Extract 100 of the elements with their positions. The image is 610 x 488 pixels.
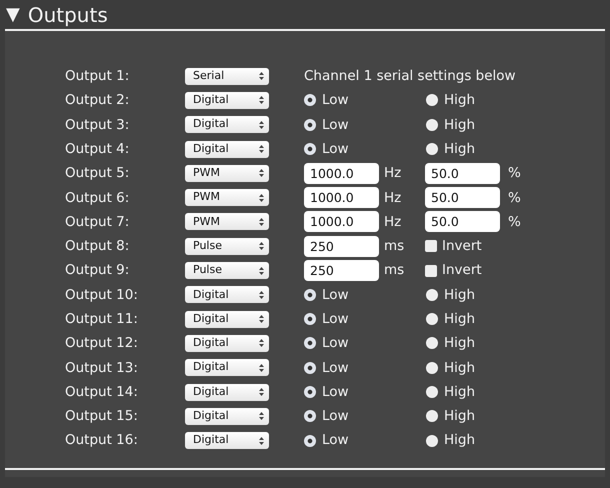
output-label: Output 5:: [65, 164, 130, 184]
unit-label: %: [507, 188, 522, 208]
output-label: Output 10:: [65, 286, 139, 305]
radio-button[interactable]: [304, 337, 316, 350]
checkbox-label: Invert: [442, 261, 482, 280]
radio-label: Low: [322, 91, 349, 110]
checkbox-label: Invert: [442, 237, 482, 256]
mode-dropdown[interactable]: PWM: [185, 164, 269, 182]
frequency-field[interactable]: 1000.0: [304, 187, 379, 208]
mode-dropdown[interactable]: Digital: [185, 286, 269, 304]
output-label: Output 13:: [65, 358, 139, 378]
serial-note: Channel 1 serial settings below: [304, 67, 516, 86]
duty-field[interactable]: 50.0: [425, 187, 500, 208]
duty-field[interactable]: 50.0: [425, 162, 500, 184]
dropdown-arrows-icon: [259, 218, 264, 226]
mode-dropdown[interactable]: Serial: [185, 68, 269, 85]
radio-button[interactable]: [304, 386, 316, 398]
dropdown-arrows-icon: [259, 364, 264, 372]
output-label: Output 15:: [65, 407, 139, 426]
radio-label: High: [444, 382, 476, 402]
output-label: Output 1:: [65, 67, 130, 86]
mode-dropdown[interactable]: PWM: [185, 189, 269, 206]
mode-dropdown[interactable]: Digital: [185, 384, 269, 400]
radio-label: High: [444, 140, 476, 159]
width-field[interactable]: 250: [304, 236, 379, 257]
width-field[interactable]: 250: [304, 260, 379, 282]
radio-button[interactable]: [304, 118, 316, 131]
radio-label: Low: [322, 140, 349, 159]
mode-dropdown[interactable]: Digital: [185, 432, 269, 450]
radio-button[interactable]: [426, 386, 438, 398]
radio-button[interactable]: [426, 288, 438, 301]
mode-dropdown[interactable]: Pulse: [185, 262, 269, 280]
output-label: Output 4:: [65, 140, 130, 159]
unit-label: ms: [383, 237, 406, 256]
radio-button[interactable]: [426, 94, 438, 106]
checkbox[interactable]: [425, 264, 437, 277]
radio-label: High: [444, 286, 476, 305]
radio-button[interactable]: [304, 434, 316, 447]
dropdown-arrows-icon: [259, 169, 264, 178]
radio-button[interactable]: [304, 288, 316, 301]
mode-dropdown[interactable]: Digital: [185, 310, 269, 328]
unit-label: Hz: [383, 188, 402, 208]
radio-button[interactable]: [304, 410, 316, 422]
radio-label: Low: [322, 407, 349, 426]
mode-dropdown[interactable]: Digital: [185, 359, 269, 376]
radio-label: High: [444, 358, 476, 378]
output-label: Output 16:: [65, 431, 139, 450]
mode-dropdown[interactable]: Digital: [185, 116, 269, 134]
mode-dropdown[interactable]: Digital: [185, 408, 269, 425]
output-label: Output 2:: [65, 91, 130, 110]
dropdown-arrows-icon: [259, 242, 264, 250]
radio-button[interactable]: [426, 118, 438, 131]
checkbox[interactable]: [425, 240, 437, 252]
frequency-field[interactable]: 1000.0: [304, 162, 379, 184]
mode-dropdown[interactable]: Digital: [185, 140, 269, 158]
radio-label: High: [444, 431, 476, 450]
radio-button[interactable]: [304, 143, 316, 156]
radio-button[interactable]: [426, 362, 438, 374]
dropdown-arrows-icon: [259, 194, 264, 202]
unit-label: %: [507, 164, 522, 184]
dropdown-arrows-icon: [259, 266, 264, 275]
radio-button[interactable]: [426, 434, 438, 447]
output-label: Output 11:: [65, 310, 139, 329]
output-label: Output 6:: [65, 188, 130, 208]
dropdown-arrows-icon: [259, 436, 264, 445]
dropdown-arrows-icon: [259, 290, 264, 299]
dropdown-arrows-icon: [259, 145, 264, 154]
unit-label: Hz: [383, 164, 402, 184]
dropdown-arrows-icon: [259, 120, 264, 129]
radio-label: Low: [322, 431, 349, 450]
radio-button[interactable]: [426, 143, 438, 156]
dropdown-arrows-icon: [259, 339, 264, 348]
mode-dropdown[interactable]: Pulse: [185, 238, 269, 255]
mode-dropdown[interactable]: Digital: [185, 92, 269, 109]
radio-button[interactable]: [426, 410, 438, 422]
unit-label: Hz: [383, 212, 402, 232]
radio-label: High: [444, 116, 476, 135]
radio-button[interactable]: [304, 313, 316, 326]
radio-label: High: [444, 407, 476, 426]
radio-button[interactable]: [304, 362, 316, 374]
radio-label: High: [444, 310, 476, 329]
radio-button[interactable]: [426, 313, 438, 326]
radio-label: Low: [322, 310, 349, 329]
duty-field[interactable]: 50.0: [425, 211, 500, 232]
frequency-field[interactable]: 1000.0: [304, 211, 379, 232]
radio-label: Low: [322, 334, 349, 354]
mode-dropdown[interactable]: Digital: [185, 334, 269, 352]
collapse-toggle[interactable]: ▼: [6, 6, 20, 24]
radio-button[interactable]: [304, 94, 316, 106]
unit-label: ms: [383, 261, 406, 280]
output-label: Output 7:: [65, 212, 130, 232]
radio-button[interactable]: [426, 337, 438, 350]
dropdown-arrows-icon: [259, 72, 264, 80]
radio-label: High: [444, 334, 476, 354]
dropdown-arrows-icon: [259, 315, 264, 324]
radio-label: Low: [322, 286, 349, 305]
output-label: Output 8:: [65, 237, 130, 256]
output-label: Output 12:: [65, 334, 139, 354]
radio-label: High: [444, 91, 476, 110]
mode-dropdown[interactable]: PWM: [185, 213, 269, 230]
